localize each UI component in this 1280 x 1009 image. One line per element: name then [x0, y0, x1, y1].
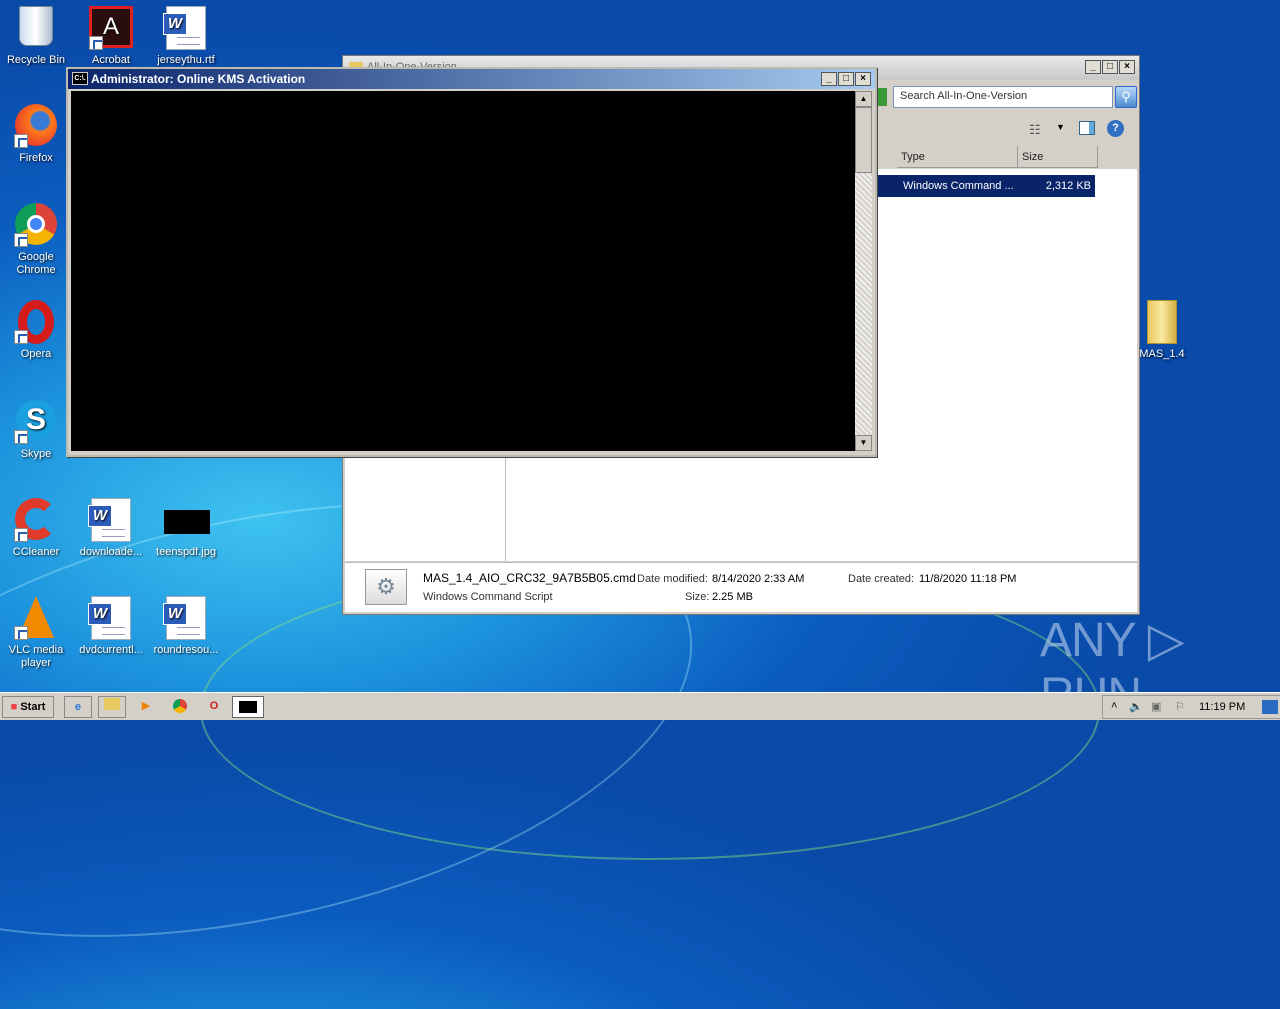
word-doc-icon — [163, 596, 208, 640]
desktop-icon-chrome[interactable]: Google Chrome — [0, 203, 72, 277]
cmd-titlebar[interactable]: C:\. Administrator: Online KMS Activatio… — [68, 69, 875, 89]
shortcut-arrow-icon — [89, 36, 103, 50]
desktop-icon-roundresou[interactable]: roundresou... — [150, 596, 222, 657]
vlc-icon — [14, 596, 58, 640]
desktop-icon-skype[interactable]: S Skype — [0, 400, 72, 461]
search-input[interactable]: Search All-In-One-Version — [893, 86, 1113, 108]
shortcut-arrow-icon — [14, 528, 28, 542]
taskbar-cmd[interactable] — [232, 696, 264, 718]
play-logo-icon: ▷ — [1147, 614, 1185, 667]
word-doc-icon — [163, 6, 208, 50]
desktop-icon-downloade[interactable]: downloade... — [75, 498, 147, 559]
taskbar-opera[interactable]: O — [202, 696, 226, 718]
windows-logo-icon: ■ — [10, 701, 18, 713]
desktop-icon-jerseythu[interactable]: jerseythu.rtf — [150, 6, 222, 67]
start-button[interactable]: ■ Start — [2, 696, 54, 718]
preview-pane-icon[interactable] — [1079, 121, 1095, 135]
minimize-button[interactable]: _ — [1085, 60, 1101, 74]
show-hidden-icons-button[interactable]: ˄ — [1111, 700, 1117, 712]
taskbar: ■ Start e ▶ O ˄ 🔈 ▣ ⚐ 11:19 PM — [0, 692, 1280, 720]
column-header-type[interactable]: Type — [897, 146, 1018, 168]
media-player-icon: ▶ — [141, 700, 151, 712]
scroll-down-button[interactable]: ▼ — [855, 435, 872, 451]
clock[interactable]: 11:19 PM — [1199, 701, 1245, 713]
search-button[interactable]: ⚲ — [1115, 86, 1137, 108]
view-dropdown-icon[interactable]: ▼ — [1056, 122, 1065, 132]
date-modified-label: Date modified: — [637, 573, 708, 585]
shortcut-arrow-icon — [14, 134, 28, 148]
cmd-minimize-button[interactable]: _ — [821, 72, 837, 86]
view-list-icon[interactable]: ☷ — [1029, 122, 1041, 138]
size-label: Size: — [685, 591, 710, 603]
desktop-icon-acrobat[interactable]: A Acrobat — [75, 6, 147, 67]
folder-icon — [1140, 300, 1184, 344]
details-filetype: Windows Command Script — [423, 591, 553, 603]
shortcut-arrow-icon — [14, 626, 28, 640]
help-icon[interactable]: ? — [1107, 120, 1124, 137]
system-tray: ˄ 🔈 ▣ ⚐ 11:19 PM — [1102, 695, 1280, 719]
maximize-button[interactable]: □ — [1102, 60, 1118, 74]
image-icon — [164, 510, 210, 542]
desktop-icon-firefox[interactable]: Firefox — [0, 104, 72, 165]
start-label: Start — [20, 701, 46, 713]
details-pane: ⚙ MAS_1.4_AIO_CRC32_9A7B5B05.cmd Windows… — [345, 562, 1137, 612]
opera-icon: O — [209, 700, 219, 712]
firefox-icon — [14, 104, 58, 148]
shortcut-arrow-icon — [14, 330, 28, 344]
ie-icon: e — [74, 701, 82, 713]
size-value: 2.25 MB — [712, 591, 753, 603]
search-icon: ⚲ — [1121, 89, 1131, 104]
skype-icon: S — [14, 400, 58, 444]
date-created-label: Date created: — [848, 573, 915, 585]
acrobat-icon: A — [89, 6, 133, 50]
folder-icon — [104, 698, 120, 710]
shortcut-arrow-icon — [14, 430, 28, 444]
cmd-title: Administrator: Online KMS Activation — [91, 72, 306, 86]
desktop-icon-recycle-bin[interactable]: Recycle Bin — [0, 6, 72, 67]
chrome-icon — [14, 203, 58, 247]
taskbar-media-player[interactable]: ▶ — [134, 696, 158, 718]
file-type-cell: Windows Command ... — [903, 180, 1014, 192]
desktop-icon-dvdcurrentl[interactable]: dvdcurrentl... — [75, 596, 147, 657]
cmd-icon — [239, 701, 257, 714]
file-size-cell: 2,312 KB — [1045, 180, 1091, 192]
opera-icon — [14, 300, 58, 344]
cmd-icon: C:\. — [72, 72, 88, 85]
desktop-icon-opera[interactable]: Opera — [0, 300, 72, 361]
taskbar-ie[interactable]: e — [64, 696, 92, 718]
taskbar-chrome[interactable] — [168, 696, 192, 718]
scroll-thumb[interactable] — [855, 107, 872, 173]
desktop-icon-vlc[interactable]: VLC media player — [0, 596, 72, 670]
ccleaner-icon — [14, 498, 58, 542]
taskbar-explorer[interactable] — [98, 696, 126, 718]
show-desktop-button[interactable] — [1262, 700, 1278, 714]
chrome-icon — [173, 699, 187, 714]
cmd-close-button[interactable]: × — [855, 72, 871, 86]
desktop-icon-teenspdf[interactable]: teenspdf.jpg — [150, 510, 222, 559]
cmd-window[interactable]: C:\. Administrator: Online KMS Activatio… — [66, 67, 877, 457]
details-filename: MAS_1.4_AIO_CRC32_9A7B5B05.cmd — [423, 571, 636, 585]
word-doc-icon — [88, 596, 133, 640]
word-doc-icon — [88, 498, 133, 542]
cmd-scrollbar[interactable]: ▲ ▼ — [855, 91, 872, 451]
file-row-selected[interactable]: Windows Command ... 2,312 KB — [877, 175, 1095, 197]
cmd-script-gear-icon: ⚙ — [365, 569, 407, 605]
shortcut-arrow-icon — [14, 233, 28, 247]
volume-icon[interactable]: 🔈 — [1129, 700, 1143, 713]
network-icon[interactable]: ▣ — [1151, 700, 1161, 713]
date-created-value: 11/8/2020 11:18 PM — [919, 573, 1017, 585]
close-button[interactable]: × — [1119, 60, 1135, 74]
column-header-size[interactable]: Size — [1018, 146, 1098, 168]
recycle-bin-icon — [14, 6, 58, 50]
watermark-left: ANY — [1040, 614, 1137, 667]
scroll-up-button[interactable]: ▲ — [855, 91, 872, 107]
pane-divider[interactable] — [505, 449, 506, 561]
date-modified-value: 8/14/2020 2:33 AM — [712, 573, 805, 585]
desktop-icon-ccleaner[interactable]: CCleaner — [0, 498, 72, 559]
action-center-flag-icon[interactable]: ⚐ — [1175, 700, 1185, 713]
console-output[interactable] — [71, 91, 857, 451]
cmd-maximize-button[interactable]: □ — [838, 72, 854, 86]
